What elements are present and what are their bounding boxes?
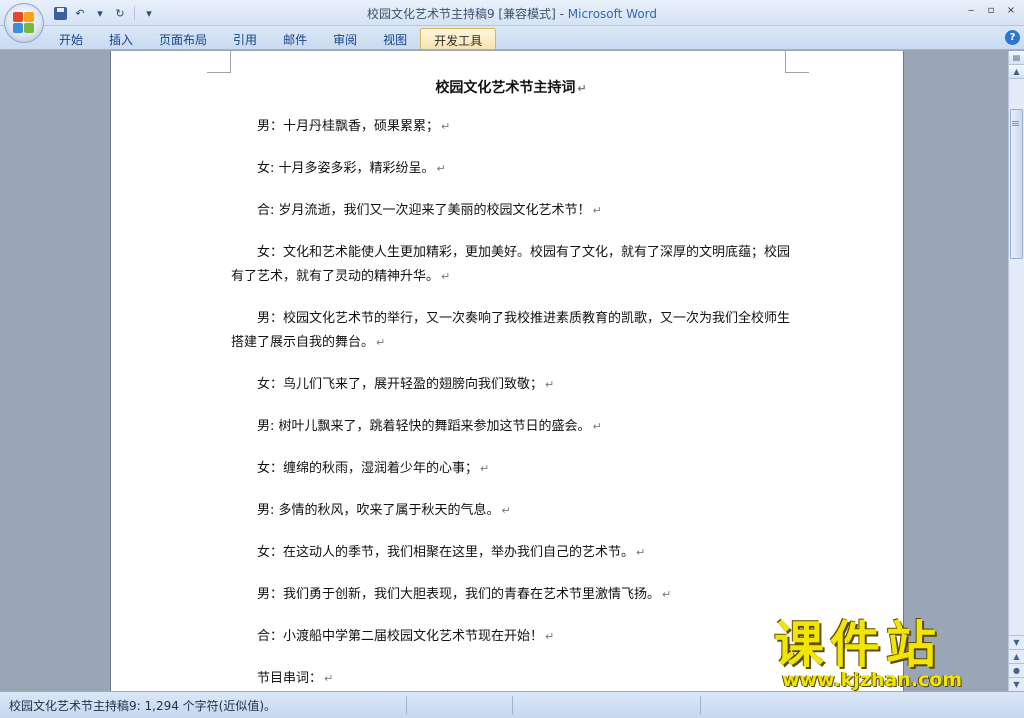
window-title: 校园文化艺术节主持稿9 [兼容模式] - Microsoft Word (0, 5, 1024, 22)
vertical-scrollbar[interactable]: ▤ ▲ ▼ ▲ ● ▼ (1008, 51, 1024, 691)
paragraph: 男：校园文化艺术节的举行，又一次奏响了我校推进素质教育的凯歌，又一次为我们全校师… (231, 307, 791, 355)
watermark-url: www.kjzhan.com (782, 669, 963, 691)
help-icon[interactable]: ? (1005, 30, 1020, 45)
document-heading: 校园文化艺术节主持词 ↵ (231, 75, 791, 101)
paragraph: 女：文化和艺术能使人生更加精彩，更加美好。校园有了文化，就有了深厚的文明底蕴；校… (231, 241, 791, 289)
tab-page-layout[interactable]: 页面布局 (146, 28, 220, 49)
paragraph-mark: ↵ (441, 120, 451, 133)
watermark-logo: 课件站 www.kjzhan.com (772, 617, 1008, 695)
paragraph: 男: 多情的秋风，吹来了属于秋天的气息。 ↵ (231, 499, 791, 523)
margin-marker-top-left (207, 51, 231, 73)
paragraph-text: 女：鸟儿们飞来了，展开轻盈的翅膀向我们致敬； (257, 377, 544, 392)
minimize-button[interactable]: ‒ (962, 2, 980, 18)
paragraph-text: 男: 多情的秋风，吹来了属于秋天的气息。 (257, 503, 500, 518)
tab-developer[interactable]: 开发工具 (420, 28, 497, 49)
office-logo-icon (13, 12, 35, 34)
paragraph-mark: ↵ (592, 420, 602, 433)
document-workspace: 校园文化艺术节主持词 ↵ 男：十月丹桂飘香，硕果累累； ↵ 女: 十月多姿多彩，精彩… (0, 51, 1008, 691)
paragraph-text: 男: 树叶儿飘来了，跳着轻快的舞蹈来参加这节日的盛会。 (257, 419, 591, 434)
paragraph: 男：十月丹桂飘香，硕果累累； ↵ (231, 115, 791, 139)
paragraph-text: 男：十月丹桂飘香，硕果累累； (257, 119, 440, 134)
window-controls: ‒ ▫ × (962, 2, 1020, 18)
next-page-icon[interactable]: ▼ (1009, 677, 1024, 691)
title-separator: - (555, 7, 568, 21)
paragraph: 节目串词： ↵ (231, 667, 791, 691)
paragraph-text: 合：小渡船中学第二届校园文化艺术节现在开始！ (257, 629, 544, 644)
previous-page-icon[interactable]: ▲ (1009, 649, 1024, 663)
heading-text: 校园文化艺术节主持词 (435, 80, 576, 96)
margin-marker-top-right (785, 51, 809, 73)
paragraph: 女：缠绵的秋雨，湿润着少年的心事； ↵ (231, 457, 791, 481)
paragraph: 男：我们勇于创新，我们大胆表现，我们的青春在艺术节里激情飞扬。 ↵ (231, 583, 791, 607)
tab-review[interactable]: 审阅 (320, 28, 370, 49)
paragraph-text: 男：校园文化艺术节的举行，又一次奏响了我校推进素质教育的凯歌，又一次为我们全校师… (231, 311, 791, 350)
paragraph-text: 女：缠绵的秋雨，湿润着少年的心事； (257, 461, 479, 476)
paragraph-mark: ↵ (662, 588, 672, 601)
scroll-down-icon[interactable]: ▼ (1009, 635, 1024, 649)
scrollbar-thumb[interactable] (1010, 109, 1023, 259)
paragraph: 合: 岁月流逝，我们又一次迎来了美丽的校园文化艺术节！ ↵ (231, 199, 791, 223)
select-browse-object-icon[interactable]: ● (1009, 663, 1024, 677)
paragraph-mark: ↵ (545, 378, 555, 391)
paragraph-text: 男：我们勇于创新，我们大胆表现，我们的青春在艺术节里激情飞扬。 (257, 587, 661, 602)
status-divider (700, 696, 701, 714)
document-name: 校园文化艺术节主持稿9 [兼容模式] (366, 7, 556, 21)
paragraph-mark: ↵ (436, 162, 446, 175)
paragraph: 女：鸟儿们飞来了，展开轻盈的翅膀向我们致敬； ↵ (231, 373, 791, 397)
paragraph-text: 女：文化和艺术能使人生更加精彩，更加美好。校园有了文化，就有了深厚的文明底蕴；校… (231, 245, 791, 284)
word-count-status[interactable]: 校园文化艺术节主持稿9: 1,294 个字符(近似值)。 (9, 697, 276, 714)
paragraph-mark: ↵ (545, 630, 555, 643)
status-divider (406, 696, 407, 714)
tab-insert[interactable]: 插入 (96, 28, 146, 49)
paragraph-mark: ↵ (324, 672, 334, 685)
document-body[interactable]: 校园文化艺术节主持词 ↵ 男：十月丹桂飘香，硕果累累； ↵ 女: 十月多姿多彩，精彩… (231, 75, 791, 691)
paragraph-mark: ↵ (501, 504, 511, 517)
status-bar: 校园文化艺术节主持稿9: 1,294 个字符(近似值)。 (0, 691, 1024, 718)
ribbon-tabs: 开始 插入 页面布局 引用 邮件 审阅 视图 开发工具 ? (0, 26, 1024, 50)
paragraph: 男: 树叶儿飘来了，跳着轻快的舞蹈来参加这节日的盛会。 ↵ (231, 415, 791, 439)
paragraph: 女: 十月多姿多彩，精彩纷呈。 ↵ (231, 157, 791, 181)
office-button[interactable] (4, 3, 44, 43)
watermark-text: 课件站 (774, 616, 942, 674)
tab-mailings[interactable]: 邮件 (270, 28, 320, 49)
paragraph-mark: ↵ (592, 204, 602, 217)
paragraph-mark: ↵ (636, 546, 646, 559)
paragraph-text: 节目串词： (257, 671, 323, 686)
paragraph-text: 合: 岁月流逝，我们又一次迎来了美丽的校园文化艺术节！ (257, 203, 591, 218)
paragraph-text: 女: 十月多姿多彩，精彩纷呈。 (257, 161, 435, 176)
scrollbar-grip-icon (1012, 121, 1019, 122)
paragraph: 女：在这动人的季节，我们相聚在这里，举办我们自己的艺术节。 ↵ (231, 541, 791, 565)
scroll-up-icon[interactable]: ▲ (1009, 65, 1024, 79)
tab-references[interactable]: 引用 (220, 28, 270, 49)
ruler-toggle-icon[interactable]: ▤ (1009, 51, 1024, 65)
tab-home[interactable]: 开始 (46, 28, 96, 49)
status-divider (512, 696, 513, 714)
tab-view[interactable]: 视图 (370, 28, 420, 49)
paragraph-mark: ↵ (376, 336, 386, 349)
paragraph-text: 女：在这动人的季节，我们相聚在这里，举办我们自己的艺术节。 (257, 545, 635, 560)
paragraph-mark: ↵ (441, 270, 451, 283)
paragraph-mark: ↵ (480, 462, 490, 475)
paragraph-mark: ↵ (577, 82, 587, 95)
title-bar: ↶ ▾ ↻ ▾ 校园文化艺术节主持稿9 [兼容模式] - Microsoft W… (0, 0, 1024, 43)
paragraph: 合：小渡船中学第二届校园文化艺术节现在开始！ ↵ (231, 625, 791, 649)
document-page[interactable]: 校园文化艺术节主持词 ↵ 男：十月丹桂飘香，硕果累累； ↵ 女: 十月多姿多彩，精彩… (110, 51, 904, 691)
restore-button[interactable]: ▫ (982, 2, 1000, 18)
close-button[interactable]: × (1002, 2, 1020, 18)
app-name: Microsoft Word (567, 7, 658, 21)
